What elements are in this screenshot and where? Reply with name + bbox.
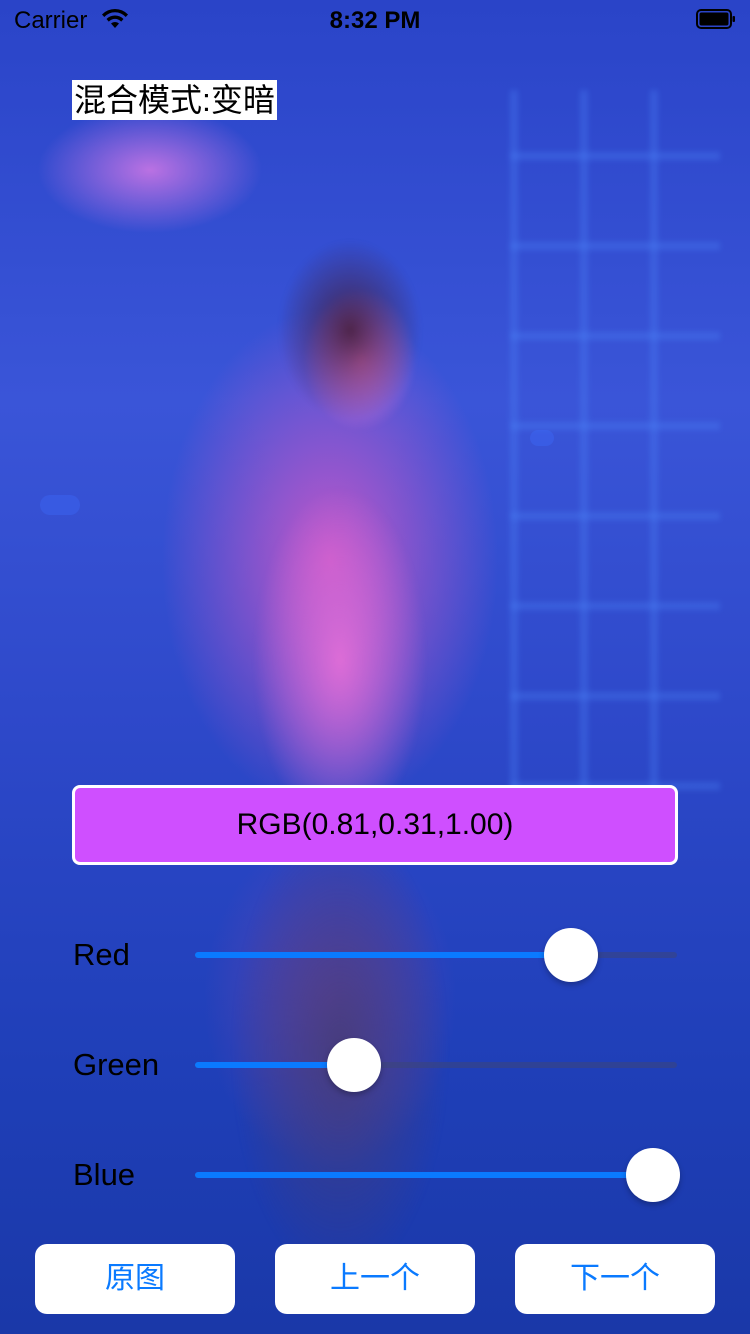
red-slider-fill (195, 952, 571, 958)
stage-light (40, 495, 80, 515)
red-slider-label: Red (73, 937, 130, 972)
green-slider-label: Green (73, 1047, 160, 1082)
original-image-button[interactable]: 原图 (35, 1244, 235, 1314)
blue-slider[interactable] (195, 1148, 680, 1202)
stage-light (530, 430, 554, 446)
red-slider-row: Red (0, 925, 750, 985)
status-bar: Carrier 8:32 PM (0, 0, 750, 40)
blend-mode-label: 混合模式:变暗 (72, 80, 277, 120)
green-slider-thumb[interactable] (327, 1038, 382, 1092)
blue-slider-fill (195, 1172, 653, 1178)
blue-slider-row: Blue (0, 1145, 750, 1205)
blue-slider-thumb[interactable] (625, 1148, 680, 1202)
blue-slider-label: Blue (73, 1157, 136, 1192)
green-slider-row: Green (0, 1035, 750, 1095)
next-button[interactable]: 下一个 (515, 1244, 715, 1314)
status-time: 8:32 PM (329, 7, 421, 34)
rgb-value-display: RGB(0.81,0.31,1.00) (72, 785, 678, 865)
battery-icon (696, 9, 736, 29)
red-slider-thumb[interactable] (543, 928, 598, 982)
green-slider[interactable] (195, 1038, 677, 1092)
previous-button[interactable]: 上一个 (275, 1244, 475, 1314)
red-slider[interactable] (195, 928, 677, 982)
background-photo (0, 0, 750, 1334)
